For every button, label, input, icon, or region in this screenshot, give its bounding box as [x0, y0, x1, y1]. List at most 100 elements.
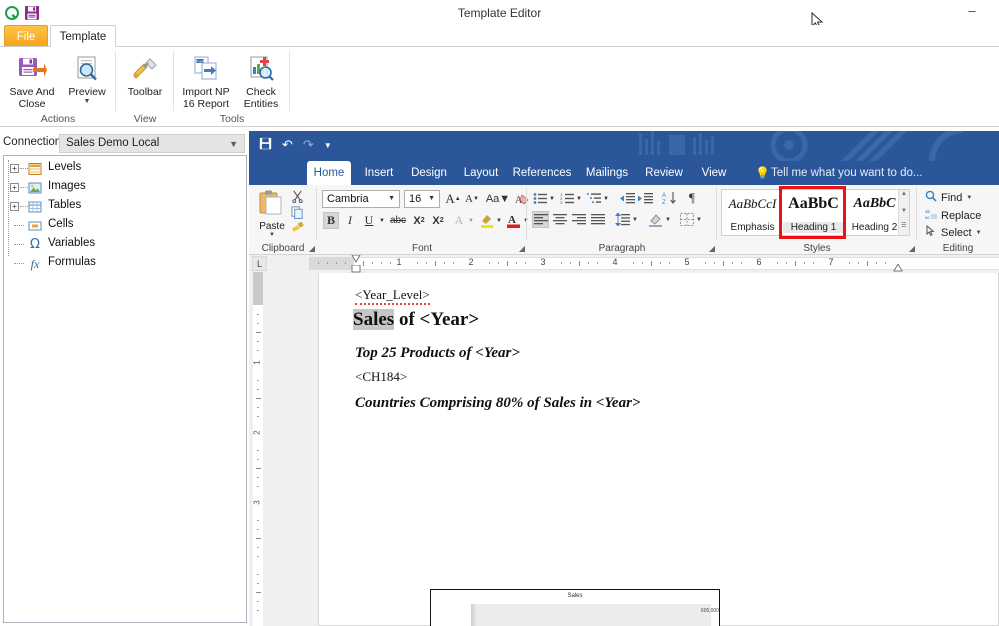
tab-insert[interactable]: Insert [359, 161, 399, 185]
tab-template[interactable]: Template [50, 25, 116, 47]
document-page[interactable]: <Year_Level> Sales of <Year> Top 25 Prod… [318, 273, 999, 626]
tab-home[interactable]: Home [307, 161, 351, 185]
font-size-combo[interactable]: 16 ▼ [404, 190, 440, 208]
text-effects-icon[interactable]: A [451, 212, 467, 229]
bullets-icon[interactable] [532, 190, 548, 206]
connection-dropdown[interactable]: Sales Demo Local ▼ [59, 134, 245, 153]
check-entities-button[interactable]: Check Entities [232, 50, 290, 110]
customize-qat-icon[interactable]: ▼ [324, 141, 332, 150]
show-marks-icon[interactable]: ¶ [684, 189, 700, 207]
font-dialog-launcher[interactable]: ◢ [519, 244, 525, 253]
font-family-combo[interactable]: Cambria ▼ [322, 190, 400, 208]
doc-line-ch184[interactable]: <CH184> [355, 369, 407, 385]
preview-button[interactable]: Preview ▼ [58, 50, 116, 105]
word-save-icon[interactable] [259, 137, 272, 153]
style-heading-2[interactable]: AaBbC Heading 2 [844, 190, 905, 235]
expand-tables-icon[interactable]: + [10, 202, 19, 211]
tab-review[interactable]: Review [641, 161, 687, 185]
save-and-close-label: Save And Close [9, 86, 55, 110]
doc-line-year-level[interactable]: <Year_Level> [355, 287, 430, 305]
horizontal-ruler[interactable]: L 1 2 3 4 5 6 7 [249, 255, 999, 273]
grow-font-icon[interactable]: A ▲ [444, 189, 462, 208]
bullets-caret-icon[interactable]: ▼ [548, 193, 556, 204]
tab-layout[interactable]: Layout [459, 161, 503, 185]
tab-view[interactable]: View [695, 161, 733, 185]
select-button[interactable]: Select ▼ [925, 224, 982, 240]
tab-references[interactable]: References [511, 161, 573, 185]
subscript-button[interactable]: X2 [410, 212, 428, 229]
font-color-icon[interactable]: A [505, 211, 522, 230]
group-label-actions: Actions [40, 113, 76, 125]
paragraph-dialog-launcher[interactable]: ◢ [709, 244, 715, 253]
multilevel-caret-icon[interactable]: ▼ [602, 193, 610, 204]
paste-caret-icon[interactable]: ▼ [257, 232, 287, 238]
clipboard-dialog-launcher[interactable]: ◢ [309, 244, 315, 253]
doc-line-countries[interactable]: Countries Comprising 80% of Sales in <Ye… [355, 395, 640, 412]
scroll-up-icon[interactable]: ▲ [901, 191, 907, 197]
text-effects-caret-icon[interactable]: ▼ [467, 215, 475, 227]
italic-button[interactable]: I [342, 212, 358, 229]
embedded-chart[interactable]: Sales 0 100,000 200,000 300,000 400,000 … [430, 589, 720, 626]
line-spacing-icon[interactable] [614, 211, 631, 228]
connection-label: Connection [3, 136, 62, 148]
doc-line-top-25[interactable]: Top 25 Products of <Year> [355, 345, 520, 362]
chart-back-wall [471, 604, 476, 626]
toolbar-button[interactable]: Toolbar [116, 50, 174, 99]
tab-design[interactable]: Design [407, 161, 451, 185]
tab-file[interactable]: File [4, 25, 48, 47]
replace-button[interactable]: ab ac Replace [925, 208, 981, 223]
superscript-button[interactable]: X2 [429, 212, 447, 229]
doc-line-sales[interactable]: Sales of <Year> [353, 309, 479, 331]
strikethrough-button[interactable]: abc [388, 212, 408, 229]
vertical-ruler[interactable]: 1 2 3 [249, 272, 266, 626]
paste-button[interactable]: Paste ▼ [257, 189, 287, 238]
styles-dialog-launcher[interactable]: ◢ [909, 244, 915, 253]
shrink-font-icon[interactable]: A ▼ [463, 190, 481, 208]
justify-button[interactable] [589, 211, 606, 228]
redo-icon[interactable]: ↷ [303, 137, 314, 153]
styles-scroll-column[interactable]: ▲ ▼ ☰ [898, 190, 909, 235]
expand-images-icon[interactable]: + [10, 183, 19, 192]
underline-button[interactable]: U [361, 212, 377, 229]
borders-caret-icon[interactable]: ▼ [695, 214, 703, 225]
highlight-caret-icon[interactable]: ▼ [495, 215, 503, 227]
select-caret-icon[interactable]: ▼ [976, 230, 982, 236]
multilevel-list-icon[interactable] [586, 190, 602, 206]
import-np16-report-button[interactable]: «x» Import NP 16 Report [177, 50, 235, 110]
expand-levels-icon[interactable]: + [10, 164, 19, 173]
find-caret-icon[interactable]: ▼ [966, 195, 972, 201]
find-button[interactable]: Find ▼ [925, 190, 972, 205]
bold-button[interactable]: B [323, 212, 339, 229]
tell-me-box[interactable]: Tell me what you want to do... [771, 161, 923, 185]
align-right-button[interactable] [570, 211, 587, 228]
shading-caret-icon[interactable]: ▼ [664, 214, 672, 225]
style-emphasis[interactable]: AaBbCcI Emphasis [722, 190, 783, 235]
preview-caret-icon[interactable]: ▼ [58, 98, 116, 105]
minimize-button[interactable]: – [961, 4, 983, 20]
align-center-button[interactable] [551, 211, 568, 228]
numbering-icon[interactable]: 1 2 3 [559, 190, 575, 206]
change-case-icon[interactable]: Aa▼ [486, 190, 510, 208]
scroll-down-icon[interactable]: ▼ [901, 208, 907, 214]
decrease-indent-icon[interactable] [619, 190, 636, 206]
copy-icon[interactable] [291, 206, 304, 222]
undo-icon[interactable]: ↶ [282, 137, 293, 153]
sort-icon[interactable]: A Z [661, 189, 678, 207]
align-left-button[interactable] [532, 211, 549, 228]
borders-icon[interactable] [678, 211, 695, 228]
shading-icon[interactable] [647, 211, 664, 228]
more-styles-icon[interactable]: ☰ [901, 222, 906, 229]
text-highlight-icon[interactable] [478, 211, 495, 230]
save-and-close-button[interactable]: Save And Close [3, 50, 61, 110]
word-group-styles: AaBbCcI Emphasis AaBbC Heading 1 AaBbC H… [717, 185, 917, 255]
template-editor-window: Template Editor – File Template Save And… [0, 0, 999, 626]
underline-caret-icon[interactable]: ▼ [378, 215, 386, 227]
numbering-caret-icon[interactable]: ▼ [575, 193, 583, 204]
cut-icon[interactable] [291, 190, 304, 206]
entity-tree[interactable]: + Levels + Images + Tables Cells Ω Varia… [3, 155, 247, 623]
line-spacing-caret-icon[interactable]: ▼ [631, 214, 639, 225]
tab-stop-selector[interactable]: L [252, 256, 267, 271]
tab-mailings[interactable]: Mailings [581, 161, 633, 185]
increase-indent-icon[interactable] [637, 190, 654, 206]
format-painter-icon[interactable] [291, 221, 304, 238]
